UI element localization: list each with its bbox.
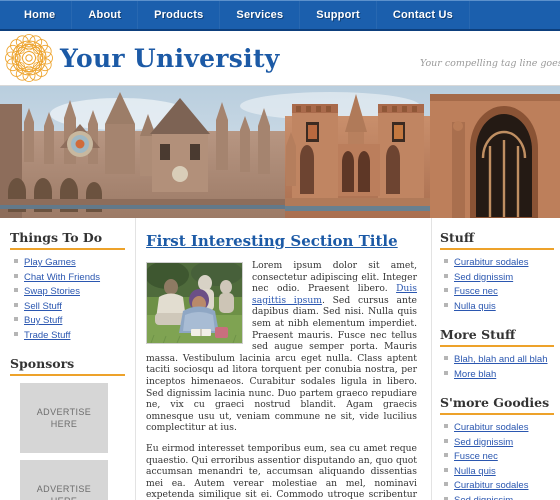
link-chat-with-friends[interactable]: Chat With Friends (24, 272, 100, 283)
link-more-blah[interactable]: More blah (454, 369, 496, 380)
stuff-list: Curabitur sodales Sed dignissim Fusce ne… (440, 255, 554, 313)
link-curabitur-sodales[interactable]: Curabitur sodales (454, 257, 528, 268)
nav-item-home[interactable]: Home (8, 1, 73, 29)
link-trade-stuff[interactable]: Trade Stuff (24, 330, 70, 341)
link-sed-dignissim-2[interactable]: Sed dignissim (454, 495, 513, 500)
list-item: Sed dignissim (444, 270, 554, 285)
list-item: Fusce nec (444, 449, 554, 464)
link-swap-stories[interactable]: Swap Stories (24, 286, 80, 297)
banner-image (0, 85, 560, 218)
list-item: Curabitur sodales (444, 255, 554, 270)
list-item: Trade Stuff (14, 328, 125, 343)
sidebar-heading-things-to-do: Things To Do (10, 230, 125, 250)
link-curabitur-sodales-1[interactable]: Curabitur sodales (454, 422, 528, 433)
link-fusce-nec[interactable]: Fusce nec (454, 286, 498, 297)
list-item: Fusce nec (444, 284, 554, 299)
sidebar-heading-sponsors: Sponsors (10, 356, 125, 376)
ad-line-2: HERE (50, 419, 78, 429)
link-blah-blah-and-all-blah[interactable]: Blah, blah and all blah (454, 354, 548, 365)
advertise-box-2[interactable]: ADVERTISE HERE (20, 460, 108, 500)
site-logo[interactable] (0, 31, 58, 85)
link-play-games[interactable]: Play Games (24, 257, 76, 268)
nav-item-services[interactable]: Services (220, 1, 301, 29)
list-item: Play Games (14, 255, 125, 270)
list-item: Buy Stuff (14, 313, 125, 328)
article-paragraph-2: Eu eirmod interesset temporibus eum, sea… (146, 442, 417, 500)
list-item: Nulla quis (444, 464, 554, 479)
sidebar-heading-smore-goodies: S'more Goodies (440, 395, 554, 415)
nav-item-about[interactable]: About (72, 1, 139, 29)
content-columns: Things To Do Play Games Chat With Friend… (0, 218, 560, 500)
list-item: Curabitur sodales (444, 478, 554, 493)
link-sed-dignissim[interactable]: Sed dignissim (454, 272, 513, 283)
list-item: Sed dignissim (444, 493, 554, 500)
link-nulla-quis-1[interactable]: Nulla quis (454, 466, 496, 477)
link-buy-stuff[interactable]: Buy Stuff (24, 315, 62, 326)
things-to-do-list: Play Games Chat With Friends Swap Storie… (10, 255, 125, 342)
list-item: More blah (444, 367, 554, 382)
paragraph-1-text-before-link: Lorem ipsum dolor sit amet, consectetur … (252, 260, 417, 295)
site-tagline: Your compelling tag line goes here (420, 58, 560, 69)
section-title-link[interactable]: First Interesting Section Title (146, 232, 417, 250)
main-navigation: Home About Products Services Support Con… (0, 0, 560, 31)
link-fusce-nec-1[interactable]: Fusce nec (454, 451, 498, 462)
list-item: Chat With Friends (14, 270, 125, 285)
list-item: Sell Stuff (14, 299, 125, 314)
site-header: Your University Your compelling tag line… (0, 31, 560, 85)
ad-line-2: HERE (51, 495, 78, 500)
smore-goodies-list: Curabitur sodales Sed dignissim Fusce ne… (440, 420, 554, 500)
list-item: Curabitur sodales (444, 420, 554, 435)
link-nulla-quis[interactable]: Nulla quis (454, 301, 496, 312)
nav-item-products[interactable]: Products (138, 1, 221, 29)
list-item: Blah, blah and all blah (444, 352, 554, 367)
right-sidebar: Stuff Curabitur sodales Sed dignissim Fu… (432, 218, 560, 500)
page-root: Home About Products Services Support Con… (0, 0, 560, 500)
mandala-spirograph-icon (5, 34, 53, 82)
left-sidebar: Things To Do Play Games Chat With Friend… (0, 218, 136, 500)
sidebar-heading-stuff: Stuff (440, 230, 554, 250)
ad-line-1: ADVERTISE (36, 484, 92, 494)
link-sed-dignissim-1[interactable]: Sed dignissim (454, 437, 513, 448)
gothic-university-building-illustration (0, 86, 560, 218)
list-item: Sed dignissim (444, 435, 554, 450)
page-title: Your University (60, 43, 280, 73)
list-item: Nulla quis (444, 299, 554, 314)
ad-line-1: ADVERTISE (36, 407, 92, 417)
students-studying-on-grass-illustration (147, 263, 242, 343)
nav-item-support[interactable]: Support (300, 1, 377, 29)
advertise-box-1[interactable]: ADVERTISE HERE (20, 383, 108, 453)
link-sell-stuff[interactable]: Sell Stuff (24, 301, 62, 312)
nav-item-contact-us[interactable]: Contact Us (377, 1, 470, 29)
more-stuff-list: Blah, blah and all blah More blah (440, 352, 554, 381)
sidebar-heading-more-stuff: More Stuff (440, 327, 554, 347)
list-item: Swap Stories (14, 284, 125, 299)
main-content: First Interesting Section Title Lorem ip… (136, 218, 432, 500)
article-image (146, 262, 243, 344)
link-curabitur-sodales-2[interactable]: Curabitur sodales (454, 480, 528, 491)
